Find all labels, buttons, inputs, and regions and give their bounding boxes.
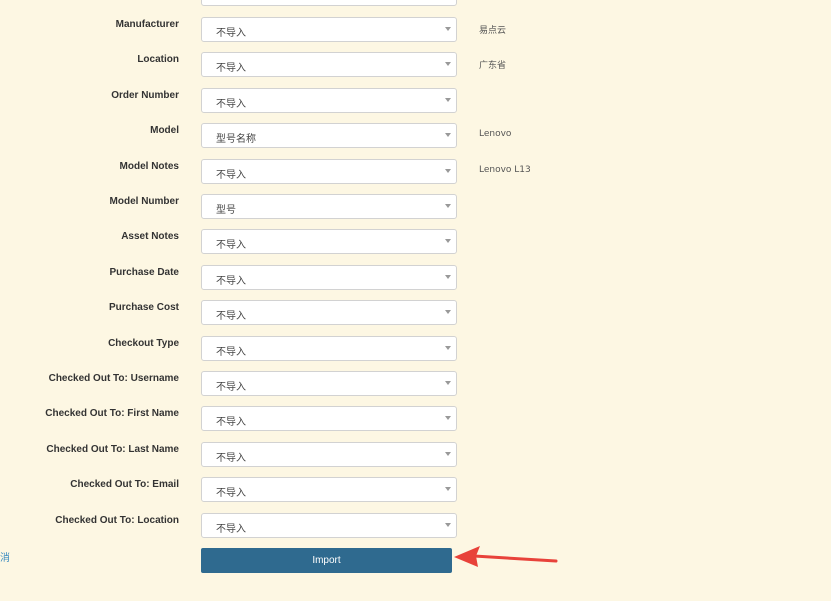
caret-down-icon	[445, 62, 451, 67]
caret-down-icon	[445, 27, 451, 31]
field-select[interactable]: 不导入	[201, 371, 457, 396]
caret-down-icon	[445, 522, 451, 527]
select-value: 不导入	[216, 311, 246, 323]
mapping-row: Model Notes 不导入 Lenovo L13	[0, 158, 831, 184]
select-value: 不导入	[216, 275, 246, 287]
field-label: Checked Out To: Last Name	[46, 443, 179, 455]
mapping-row: Manufacturer 不导入 易点云	[0, 17, 831, 42]
sample-value: Lenovo L13	[479, 164, 531, 175]
field-label: Checked Out To: Location	[55, 514, 179, 526]
select-value: 不导入	[216, 169, 246, 181]
mapping-row: Checkout Type 不导入	[0, 335, 831, 361]
mapping-row: Checked Out To: First Name 不导入	[0, 406, 831, 432]
mapping-row: Checked Out To: Location 不导入	[0, 512, 831, 538]
caret-down-icon	[445, 168, 451, 173]
caret-down-icon	[445, 451, 451, 456]
mapping-row: Asset Notes 不导入	[0, 229, 831, 255]
import-button[interactable]: Import	[201, 548, 452, 573]
cancel-link-partial[interactable]: 消	[0, 549, 10, 564]
field-label: Purchase Cost	[108, 302, 179, 314]
field-label: Manufacturer	[115, 19, 179, 30]
caret-down-icon	[445, 310, 451, 315]
field-select[interactable]: 不导入	[201, 300, 457, 326]
field-label: Model Notes	[119, 160, 179, 172]
select-value: 不导入	[216, 417, 246, 429]
field-select[interactable]: 不导入	[201, 158, 457, 184]
field-select[interactable]: 不导入	[201, 406, 457, 432]
select-value: 不导入	[216, 346, 246, 358]
field-label: Asset Notes	[121, 231, 179, 243]
select-value: 不导入	[216, 98, 246, 110]
field-select[interactable]: 不导入	[201, 335, 457, 361]
field-select[interactable]: 不导入	[201, 477, 457, 503]
field-select[interactable]: 不导入	[201, 17, 457, 42]
mapping-row: Model Number 型号	[0, 194, 831, 219]
mapping-row: Checked Out To: Email 不导入	[0, 477, 831, 503]
field-label: Checked Out To: Username	[48, 373, 179, 384]
sample-value: 广东省	[479, 61, 507, 72]
mapping-row: Checked Out To: Last Name 不导入	[0, 441, 831, 467]
red-arrow-icon	[454, 546, 558, 567]
select-value: 不导入	[216, 63, 246, 75]
field-select[interactable]: 不导入	[201, 264, 457, 290]
mapping-row: Purchase Cost 不导入	[0, 300, 831, 326]
caret-down-icon	[445, 345, 451, 350]
field-select[interactable]: 不导入	[201, 512, 457, 538]
select-value: 型号名称	[216, 134, 256, 146]
field-label: Checked Out To: Email	[70, 479, 179, 491]
caret-down-icon	[445, 133, 451, 138]
caret-down-icon	[445, 239, 451, 244]
mapping-row: Purchase Date 不导入	[0, 264, 831, 290]
field-select[interactable]: 不导入	[201, 52, 457, 78]
field-label: Order Number	[111, 89, 179, 101]
select-value: 不导入	[216, 523, 246, 535]
caret-down-icon	[445, 97, 451, 102]
field-label: Model Number	[109, 196, 179, 207]
field-label: Checkout Type	[108, 337, 179, 349]
caret-down-icon	[445, 487, 451, 492]
sample-value: 易点云	[479, 26, 507, 36]
field-select[interactable]: 不导入	[201, 229, 457, 255]
field-select[interactable]: 型号	[201, 194, 457, 219]
mapping-row: Order Number 不导入	[0, 87, 831, 113]
select-value: 不导入	[216, 382, 246, 393]
select-value: 不导入	[216, 488, 246, 500]
field-select[interactable]: 型号名称	[201, 123, 457, 149]
select-value: 不导入	[216, 240, 246, 252]
field-label: Location	[137, 54, 179, 66]
field-select-partial[interactable]	[201, 0, 457, 6]
field-label: Model	[150, 125, 179, 137]
mapping-row: Location 不导入 广东省	[0, 52, 831, 78]
caret-down-icon	[445, 416, 451, 421]
mapping-row: Checked Out To: Username 不导入	[0, 371, 831, 396]
field-label: Purchase Date	[109, 266, 179, 278]
select-value: 型号	[216, 205, 236, 216]
mapping-row: Model 型号名称 Lenovo	[0, 123, 831, 149]
caret-down-icon	[445, 381, 451, 385]
caret-down-icon	[445, 204, 451, 208]
field-label: Checked Out To: First Name	[45, 408, 179, 420]
select-value: 不导入	[216, 28, 246, 39]
select-value: 不导入	[216, 452, 246, 464]
caret-down-icon	[445, 274, 451, 279]
field-select[interactable]: 不导入	[201, 441, 457, 467]
sample-value: Lenovo	[479, 129, 512, 140]
field-select[interactable]: 不导入	[201, 87, 457, 113]
